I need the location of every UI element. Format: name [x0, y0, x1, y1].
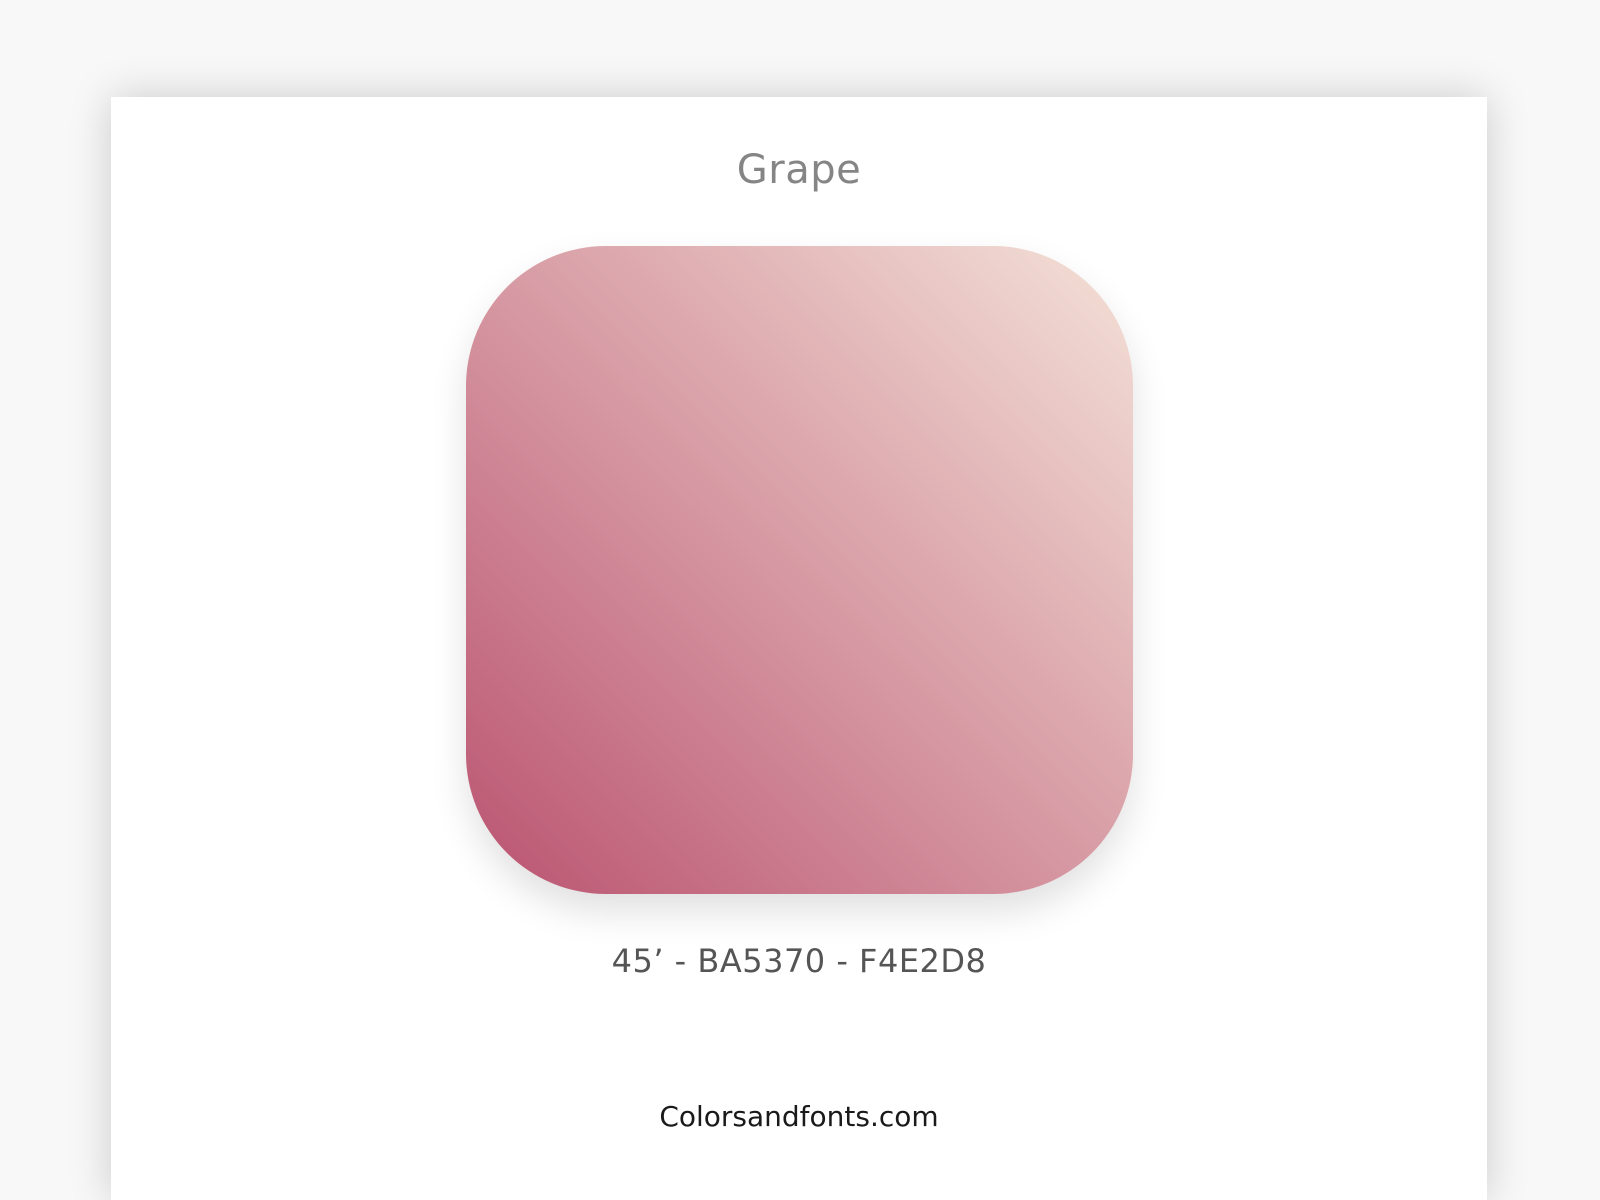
- gradient-swatch: [466, 246, 1133, 894]
- site-credit[interactable]: Colorsandfonts.com: [111, 1103, 1487, 1131]
- palette-title: Grape: [736, 147, 862, 193]
- gradient-codes: 45’ - BA5370 - F4E2D8: [611, 942, 987, 980]
- palette-card: Grape 45’ - BA5370 - F4E2D8 Colorsandfon…: [111, 97, 1487, 1200]
